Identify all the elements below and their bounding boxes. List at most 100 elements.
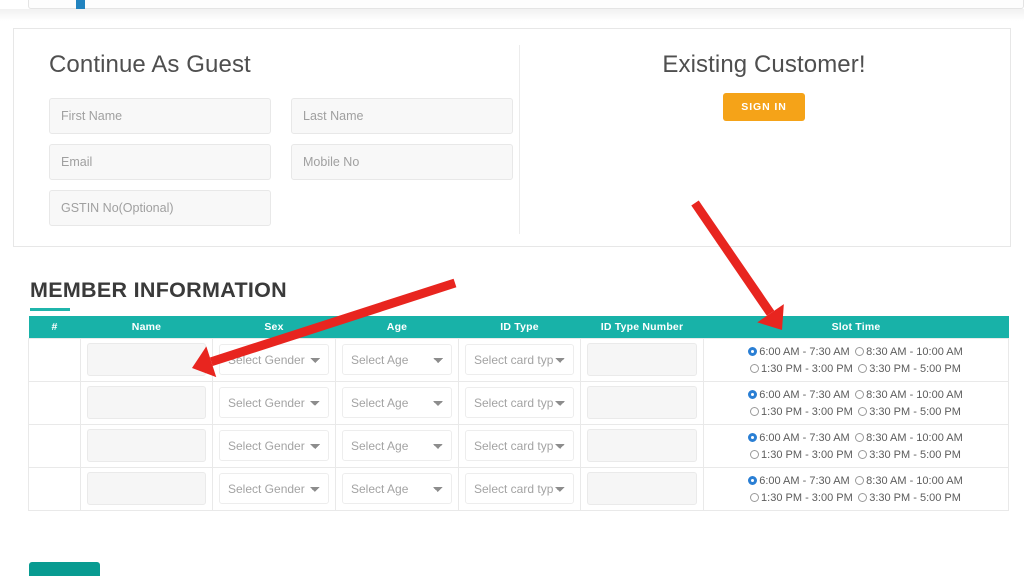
slot-time-radio[interactable] (858, 363, 868, 373)
slot-time-option[interactable]: 6:00 AM - 7:30 AM (748, 389, 850, 401)
name-cell (80, 380, 213, 425)
member-information-heading: MEMBER INFORMATION (30, 278, 288, 302)
member-id-type-select[interactable]: Select card type (465, 430, 574, 461)
card-vertical-divider (519, 45, 520, 234)
slot-time-option[interactable]: 3:30 PM - 5:00 PM (858, 492, 961, 504)
member-id-type-select[interactable]: Select card type (465, 387, 574, 418)
name-cell (80, 466, 213, 511)
member-table-row: Select Gender Select Age Select card type 6… (28, 337, 1009, 382)
member-name-input[interactable] (87, 472, 206, 505)
member-sex-select[interactable]: Select Gender (219, 473, 329, 504)
existing-customer-pane: Existing Customer! SIGN IN (544, 51, 984, 121)
slot-time-option[interactable]: 6:00 AM - 7:30 AM (748, 475, 850, 487)
member-id-number-input[interactable] (587, 429, 697, 462)
slot-time-option[interactable]: 1:30 PM - 3:00 PM (750, 363, 853, 375)
member-id-type-select[interactable]: Select card type (465, 473, 574, 504)
guest-pane: Continue As Guest (49, 51, 513, 226)
page-root: Continue As Guest Existing Customer! SIG… (0, 0, 1024, 576)
member-name-input[interactable] (87, 343, 206, 376)
member-age-select[interactable]: Select Age (342, 430, 452, 461)
slot-time-option[interactable]: 3:30 PM - 5:00 PM (858, 449, 961, 461)
slot-time-option[interactable]: 3:30 PM - 5:00 PM (858, 363, 961, 375)
slot-time-radio[interactable] (748, 389, 758, 399)
member-table-head: # Name Sex Age ID Type ID Type Number Sl… (28, 316, 1009, 338)
member-id-number-input[interactable] (587, 343, 697, 376)
member-id-type-select[interactable]: Select card type (465, 344, 574, 375)
name-cell (80, 423, 213, 468)
slot-time-radio[interactable] (855, 389, 865, 399)
slot-time-radio[interactable] (855, 475, 865, 485)
member-age-cell: Select Age (335, 423, 459, 468)
column-header-sex: Sex (212, 316, 336, 338)
slot-time-radio[interactable] (858, 492, 868, 502)
column-header-age: Age (335, 316, 459, 338)
slot-time-radio[interactable] (858, 406, 868, 416)
member-age-select[interactable]: Select Age (342, 473, 452, 504)
gstin-no-input[interactable] (49, 189, 271, 226)
bottom-action-button[interactable] (29, 562, 100, 576)
member-name-input[interactable] (87, 386, 206, 419)
slot-time-cell: 6:00 AM - 7:30 AM 8:30 AM - 10:00 AM 1:3… (703, 423, 1009, 468)
slot-time-label: 8:30 AM - 10:00 AM (866, 345, 963, 358)
slot-time-radio[interactable] (750, 492, 760, 502)
slot-time-label: 6:00 AM - 7:30 AM (759, 431, 850, 444)
row-index-cell (28, 423, 81, 468)
member-id-type-cell: Select card type (458, 423, 581, 468)
member-id-number-input[interactable] (587, 472, 697, 505)
column-header-slot-time: Slot Time (703, 316, 1009, 338)
slot-time-cell: 6:00 AM - 7:30 AM 8:30 AM - 10:00 AM 1:3… (703, 380, 1009, 425)
member-name-input[interactable] (87, 429, 206, 462)
id-number-cell (580, 380, 704, 425)
member-age-select[interactable]: Select Age (342, 387, 452, 418)
slot-time-radio[interactable] (750, 406, 760, 416)
slot-time-radio[interactable] (855, 432, 865, 442)
slot-time-option[interactable]: 8:30 AM - 10:00 AM (855, 475, 963, 487)
slot-time-option[interactable]: 1:30 PM - 3:00 PM (750, 406, 853, 418)
slot-time-radio[interactable] (750, 363, 760, 373)
member-sex-select[interactable]: Select Gender (219, 430, 329, 461)
member-sex-cell: Select Gender (212, 466, 336, 511)
slot-time-option[interactable]: 1:30 PM - 3:00 PM (750, 492, 853, 504)
slot-time-label: 3:30 PM - 5:00 PM (869, 405, 961, 418)
slot-time-radio[interactable] (748, 475, 758, 485)
member-table-row: Select Gender Select Age Select card type 6… (28, 380, 1009, 425)
member-age-cell: Select Age (335, 380, 459, 425)
last-name-input[interactable] (291, 97, 513, 134)
column-header-name: Name (80, 316, 213, 338)
slot-time-radio[interactable] (855, 346, 865, 356)
mobile-no-input[interactable] (291, 143, 513, 180)
member-id-number-input[interactable] (587, 386, 697, 419)
slot-time-radio[interactable] (748, 432, 758, 442)
slot-time-cell: 6:00 AM - 7:30 AM 8:30 AM - 10:00 AM 1:3… (703, 466, 1009, 511)
email-input[interactable] (49, 143, 271, 180)
slot-time-radio[interactable] (858, 449, 868, 459)
slot-time-option[interactable]: 6:00 AM - 7:30 AM (748, 346, 850, 358)
slot-time-option[interactable]: 6:00 AM - 7:30 AM (748, 432, 850, 444)
member-age-select[interactable]: Select Age (342, 344, 452, 375)
slot-time-label: 6:00 AM - 7:30 AM (759, 345, 850, 358)
row-index-cell (28, 380, 81, 425)
existing-customer-title: Existing Customer! (662, 51, 866, 78)
member-id-type-cell: Select card type (458, 380, 581, 425)
member-table-row: Select Gender Select Age Select card type 6… (28, 423, 1009, 468)
column-header-index: # (28, 316, 81, 338)
slot-time-option[interactable]: 8:30 AM - 10:00 AM (855, 346, 963, 358)
member-sex-select[interactable]: Select Gender (219, 344, 329, 375)
account-card: Continue As Guest Existing Customer! SIG… (13, 28, 1011, 247)
slot-time-option[interactable]: 8:30 AM - 10:00 AM (855, 389, 963, 401)
row-index-cell (28, 466, 81, 511)
slot-time-option[interactable]: 3:30 PM - 5:00 PM (858, 406, 961, 418)
slot-time-option[interactable]: 1:30 PM - 3:00 PM (750, 449, 853, 461)
member-sex-select[interactable]: Select Gender (219, 387, 329, 418)
column-header-id-type: ID Type (458, 316, 581, 338)
slot-time-radio[interactable] (748, 346, 758, 356)
slot-time-label: 3:30 PM - 5:00 PM (869, 362, 961, 375)
slot-time-cell: 6:00 AM - 7:30 AM 8:30 AM - 10:00 AM 1:3… (703, 337, 1009, 382)
slot-time-option[interactable]: 8:30 AM - 10:00 AM (855, 432, 963, 444)
slot-time-label: 8:30 AM - 10:00 AM (866, 388, 963, 401)
slot-time-radio[interactable] (750, 449, 760, 459)
first-name-input[interactable] (49, 97, 271, 134)
top-accent-marker-left (76, 0, 85, 9)
id-number-cell (580, 423, 704, 468)
sign-in-button[interactable]: SIGN IN (723, 92, 805, 121)
